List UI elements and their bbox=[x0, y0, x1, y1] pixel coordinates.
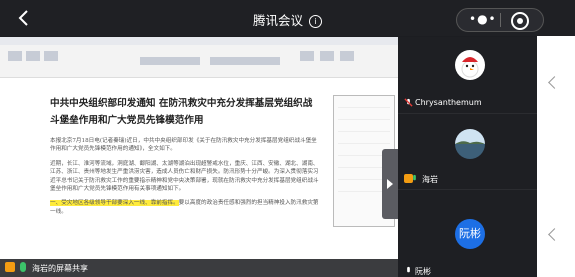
avatar bbox=[455, 50, 485, 80]
share-status-bar: 海岩的屏幕共享 bbox=[0, 259, 398, 277]
ribbon-icon bbox=[26, 51, 40, 61]
info-icon[interactable]: i bbox=[309, 15, 322, 28]
share-owner-label: 海岩的屏幕共享 bbox=[32, 264, 88, 273]
mini-program-capsule: •●• bbox=[456, 8, 544, 32]
participant-panel: Chrysanthemum 海岩 阮彬 阮彬 bbox=[398, 37, 537, 277]
participant-name: Chrysanthemum bbox=[415, 98, 482, 107]
ribbon-icon bbox=[8, 51, 22, 61]
participant-tile[interactable]: 阮彬 阮彬 bbox=[398, 189, 537, 276]
font-box bbox=[140, 57, 200, 65]
participant-tile[interactable]: 海岩 bbox=[398, 113, 537, 190]
document-paragraph: 本报北京7月18日电(记者秦瑞)近日，中共中央组织部印发《关于在防汛救灾中充分发… bbox=[50, 138, 317, 153]
word-ribbon bbox=[0, 37, 398, 78]
landscape-avatar-icon bbox=[455, 129, 485, 159]
record-target-icon[interactable] bbox=[511, 12, 529, 30]
mic-icon bbox=[407, 266, 410, 273]
mic-icon bbox=[413, 174, 416, 181]
mic-icon bbox=[20, 262, 26, 272]
document-heading: 中共中央组织部印发通知 在防汛救灾中充分发挥基层党组织战斗堡垒作用和广大党员先锋… bbox=[50, 98, 313, 126]
document-paragraph: 近期，长江、淮河等流域，洞庭湖、鄱阳湖、太湖等湖泊出现超警戒水位，重庆、江西、安… bbox=[50, 160, 319, 193]
avatar bbox=[455, 129, 485, 159]
highlighted-text: 一、受灾地区各级领导干部要深入一线、靠前指挥。 bbox=[50, 200, 179, 207]
style-gallery bbox=[210, 57, 280, 65]
initials-avatar: 阮彬 bbox=[455, 219, 485, 249]
expand-panel-tab[interactable] bbox=[382, 149, 398, 219]
participant-name: 阮彬 bbox=[415, 267, 431, 276]
participant-tile[interactable]: Chrysanthemum bbox=[398, 37, 537, 114]
document-body: 中共中央组织部印发通知 在防汛救灾中充分发挥基层党组织战斗堡垒作用和广大党员先锋… bbox=[50, 95, 320, 222]
nav-item bbox=[338, 101, 390, 108]
nav-item bbox=[338, 125, 390, 132]
nav-item bbox=[338, 113, 390, 120]
capsule-divider bbox=[500, 13, 501, 27]
nav-item bbox=[338, 137, 390, 144]
side-strip bbox=[537, 36, 575, 277]
top-bar: 腾讯会议 i •●• bbox=[0, 0, 575, 36]
user-icon bbox=[5, 262, 15, 272]
chevron-left-icon[interactable] bbox=[548, 76, 561, 89]
document-paragraph: 一、受灾地区各级领导干部要深入一线、靠前指挥。要以高度的政治责任感和强烈的担当精… bbox=[50, 199, 320, 216]
chevron-left-icon[interactable] bbox=[548, 228, 561, 241]
snowman-avatar-icon bbox=[455, 50, 485, 80]
participant-name: 海岩 bbox=[422, 175, 438, 184]
ribbon-icon bbox=[340, 51, 354, 61]
ribbon-icon bbox=[44, 51, 58, 61]
shared-screen[interactable]: 中共中央组织部印发通知 在防汛救灾中充分发挥基层党组织战斗堡垒作用和广大党员先锋… bbox=[0, 37, 398, 277]
ribbon-icon bbox=[320, 51, 334, 61]
more-dots-icon[interactable]: •●• bbox=[469, 12, 497, 26]
ribbon-icon bbox=[300, 51, 314, 61]
muted-mic-icon bbox=[404, 98, 413, 107]
ribbon-titlebar bbox=[0, 37, 398, 45]
app-title: 腾讯会议 bbox=[252, 13, 303, 28]
